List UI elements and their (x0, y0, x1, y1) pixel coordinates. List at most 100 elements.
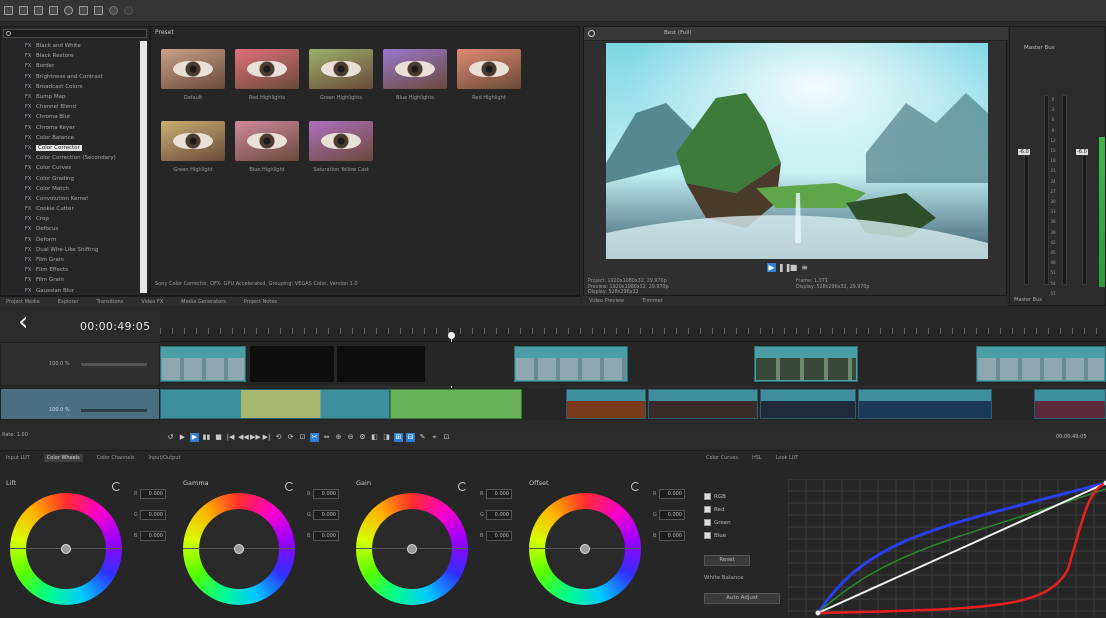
tab[interactable]: Video FX (141, 299, 163, 305)
preview-quality-select[interactable]: Best (Full) (664, 30, 692, 36)
auto-adjust-button[interactable]: Auto Adjust (704, 593, 780, 604)
clip[interactable] (760, 389, 856, 419)
channel-value-input[interactable]: 0.000 (140, 489, 166, 499)
channel-value-input[interactable]: 0.000 (659, 510, 685, 520)
master-bus-tab[interactable]: Master Bus (1014, 297, 1042, 303)
transport-control-icon[interactable]: ▶| (262, 433, 271, 442)
clip-black[interactable] (337, 346, 425, 382)
preset-thumbnail[interactable] (235, 121, 299, 161)
channel-value-input[interactable]: 0.000 (659, 531, 685, 541)
play-icon[interactable]: ▶ (767, 263, 776, 272)
transport-control-icon[interactable]: ✎ (418, 433, 427, 442)
color-wheel[interactable] (183, 493, 295, 605)
trim-icon[interactable] (94, 6, 103, 15)
reset-button[interactable]: Reset (704, 555, 750, 566)
effect-item[interactable]: FX Bump Map (1, 92, 141, 102)
transport-control-icon[interactable]: ⊞ (394, 432, 403, 442)
effect-item[interactable]: FX Defocus (1, 224, 141, 234)
effect-item[interactable]: FX Chroma Blur (1, 112, 141, 122)
effect-item[interactable]: FX Dual Wire-Like Shifting (1, 245, 141, 255)
effect-item[interactable]: FX Black and White (1, 41, 141, 51)
undo-icon[interactable] (109, 6, 118, 15)
preset-thumbnail[interactable] (383, 49, 447, 89)
tree-scrollbar[interactable] (140, 41, 147, 293)
clip[interactable] (160, 389, 390, 419)
transport-control-icon[interactable]: ⊖ (346, 433, 355, 442)
transport-control-icon[interactable]: ✂ (310, 432, 319, 442)
transport-control-icon[interactable]: ↺ (166, 433, 175, 442)
tab[interactable]: Media Generators (181, 299, 226, 305)
effect-item[interactable]: FX Gaussian Blur (1, 286, 141, 296)
right-fader-track[interactable] (1082, 155, 1087, 285)
color-wheel[interactable] (529, 493, 641, 605)
channel-checkbox[interactable]: RGB (704, 493, 726, 500)
channel-checkbox[interactable]: Green (704, 519, 731, 526)
tab[interactable]: Look LUT (776, 455, 799, 461)
effect-item[interactable]: FX Color Curves (1, 163, 141, 173)
menu-icon[interactable]: ≡ (800, 263, 809, 272)
tab[interactable]: Input/Output (148, 455, 180, 461)
search-input[interactable] (3, 29, 147, 38)
effect-item[interactable]: FX Channel Blend (1, 102, 141, 112)
effect-item[interactable]: FX Brightness and Contrast (1, 72, 141, 82)
clip[interactable] (390, 389, 522, 419)
tab[interactable]: Explorer (58, 299, 79, 305)
preset-thumbnail[interactable] (309, 121, 373, 161)
transport-control-icon[interactable]: ⌖ (430, 433, 439, 442)
tab[interactable]: Color Channels (97, 455, 135, 461)
channel-checkbox[interactable]: Blue (704, 532, 726, 539)
transport-control-icon[interactable]: |◀ (226, 433, 235, 442)
clip-black[interactable] (250, 346, 334, 382)
transport-control-icon[interactable]: ▶▶ (250, 433, 261, 442)
clip[interactable] (566, 389, 646, 419)
effect-item[interactable]: FX Film Grain (1, 275, 141, 285)
pause-icon[interactable]: ❚❚ (778, 263, 791, 272)
channel-value-input[interactable]: 0.000 (486, 531, 512, 541)
preset-thumbnail[interactable] (161, 49, 225, 89)
effect-item[interactable]: FX Color Match (1, 184, 141, 194)
track-header-2[interactable]: 100.0 % (0, 388, 160, 420)
transport-control-icon[interactable]: ◀◀ (238, 433, 249, 442)
transport-control-icon[interactable]: ⚙ (358, 433, 367, 442)
effect-item[interactable]: FX Color Grading (1, 173, 141, 183)
transport-control-icon[interactable]: ▶ (178, 433, 187, 442)
transport-control-icon[interactable]: ⊡ (298, 433, 307, 442)
clip[interactable] (754, 346, 858, 382)
cursor-icon[interactable] (79, 6, 88, 15)
preset-thumbnail[interactable] (309, 49, 373, 89)
wheel-handle[interactable] (61, 544, 71, 554)
clip[interactable] (1034, 389, 1106, 419)
wheel-handle[interactable] (407, 544, 417, 554)
effect-item[interactable]: FX Broadcast Colors (1, 82, 141, 92)
new-icon[interactable] (4, 6, 13, 15)
reset-icon[interactable] (631, 482, 640, 491)
transport-control-icon[interactable]: ◨ (382, 433, 391, 442)
channel-value-input[interactable]: 0.000 (313, 510, 339, 520)
transport-control-icon[interactable]: ■ (214, 433, 223, 442)
preset-thumbnail[interactable] (235, 49, 299, 89)
tab[interactable]: HSL (752, 455, 762, 461)
transport-control-icon[interactable]: ▶ (190, 432, 199, 442)
effect-item[interactable]: FX Chroma Keyer (1, 123, 141, 133)
tab[interactable]: Trimmer (642, 298, 663, 304)
effect-item[interactable]: FX Deform (1, 235, 141, 245)
color-wheel[interactable] (10, 493, 122, 605)
transport-control-icon[interactable]: ⟳ (286, 433, 295, 442)
settings-icon[interactable] (64, 6, 73, 15)
channel-value-input[interactable]: 0.000 (140, 510, 166, 520)
clip[interactable] (976, 346, 1106, 382)
effect-item[interactable]: FX Color Corrector (1, 143, 141, 153)
channel-value-input[interactable]: 0.000 (313, 531, 339, 541)
color-curves-graph[interactable] (788, 479, 1106, 617)
effect-item[interactable]: FX Cookie Cutter (1, 204, 141, 214)
clip[interactable] (648, 389, 758, 419)
reset-icon[interactable] (285, 482, 294, 491)
left-fader-track[interactable] (1024, 155, 1029, 285)
preset-thumbnail[interactable] (161, 121, 225, 161)
wheel-handle[interactable] (580, 544, 590, 554)
tab[interactable]: Transitions (97, 299, 124, 305)
preview-settings-icon[interactable] (588, 30, 595, 37)
effect-item[interactable]: FX Convolution Kernel (1, 194, 141, 204)
effect-item[interactable]: FX Color Correction (Secondary) (1, 153, 141, 163)
transport-control-icon[interactable]: ⇔ (322, 433, 331, 442)
